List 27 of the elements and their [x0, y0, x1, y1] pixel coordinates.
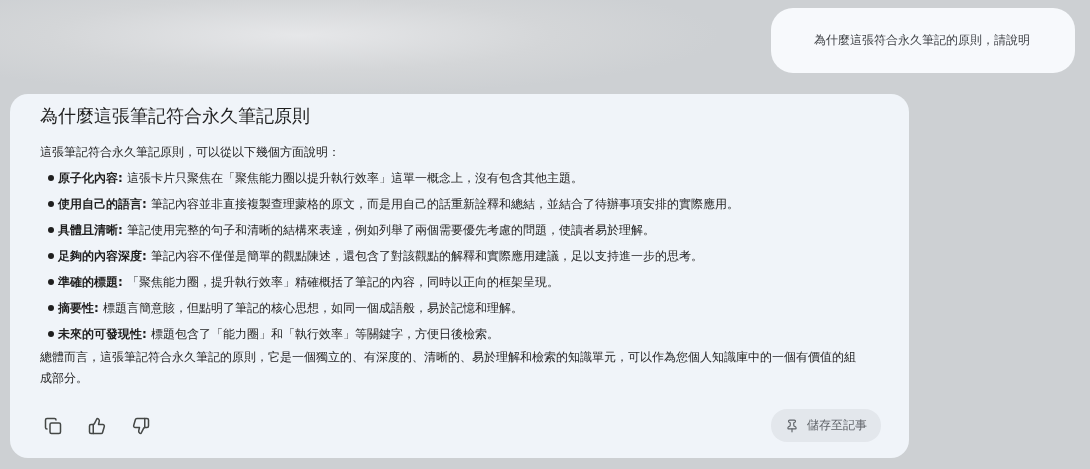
bullet-icon — [48, 175, 54, 181]
point-label: 足夠的內容深度: — [58, 248, 147, 265]
bullet-icon — [48, 253, 54, 259]
pin-icon — [785, 418, 799, 433]
point-label: 具體且清晰: — [58, 222, 123, 239]
point-label: 摘要性: — [58, 300, 99, 317]
point-label: 準確的標題: — [58, 274, 123, 291]
point-text: 這張卡片只聚焦在「聚焦能力圈以提升執行效率」這單一概念上，沒有包含其他主題。 — [126, 170, 583, 187]
bullet-icon — [48, 279, 54, 285]
point-text: 標題言簡意賅，但點明了筆記的核心思想，如同一個成語般，易於記憶和理解。 — [102, 300, 523, 317]
point-label: 原子化內容: — [58, 170, 123, 187]
point-label: 未來的可發現性: — [58, 326, 147, 343]
bullet-icon — [48, 331, 54, 337]
save-to-notes-button[interactable]: 儲存至記事 — [771, 409, 881, 442]
conclusion-text: 總體而言，這張筆記符合永久筆記的原則，它是一個獨立的、有深度的、清晰的、易於理解和檢索的知識單元，可以作為您個人知識庫中的一個有價值的組成部分。 — [40, 349, 857, 387]
bullet-icon — [48, 305, 54, 311]
point-text: 標題包含了「能力圈」和「執行效率」等關鍵字，方便日後檢索。 — [150, 326, 499, 343]
bullet-icon — [48, 201, 54, 207]
point-text: 筆記使用完整的句子和清晰的結構來表達，例如列舉了兩個需要優先考慮的問題，使讀者易於理解。 — [126, 222, 655, 239]
point-text: 「聚焦能力圈，提升執行效率」精確概括了筆記的內容，同時以正向的框架呈現。 — [126, 274, 559, 291]
point-text: 筆記內容並非直接複製查理蒙格的原文，而是用自己的話重新詮釋和總結，並結合了待辦事項安排的實際應用。 — [150, 196, 739, 213]
user-message: 為什麼這張符合永久筆記的原則，請說明 — [771, 8, 1075, 73]
intro-text: 這張筆記符合永久筆記原則，可以從以下幾個方面說明： — [40, 144, 341, 161]
bullet-icon — [48, 227, 54, 233]
point-label: 使用自己的語言: — [58, 196, 147, 213]
response-title: 為什麼這張筆記符合永久筆記原則 — [40, 104, 311, 128]
point-text: 筆記內容不僅僅是簡單的觀點陳述，還包含了對該觀點的解釋和實際應用建議，足以支持進一步的思考。 — [150, 248, 703, 265]
